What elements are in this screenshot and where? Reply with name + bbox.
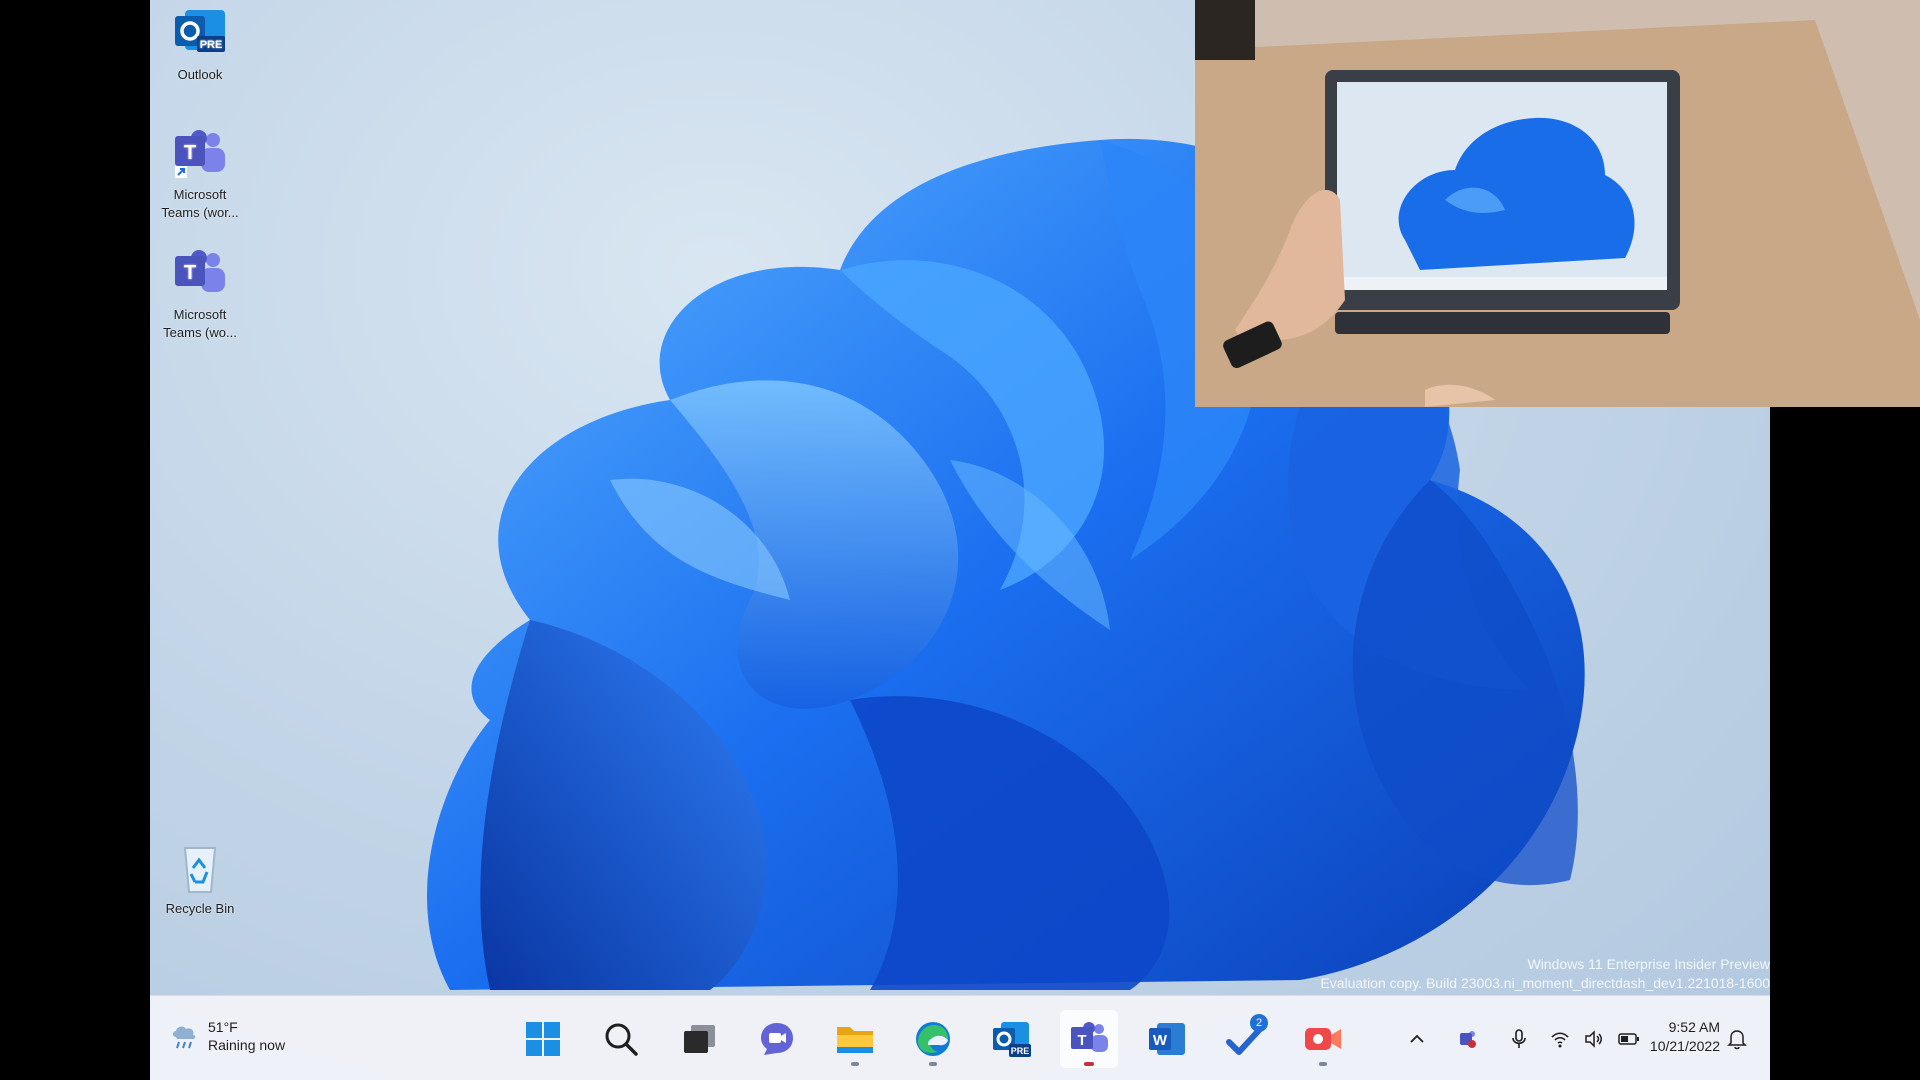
search-button[interactable] (592, 1010, 650, 1068)
video-camera-icon (1305, 1028, 1341, 1050)
notifications-button[interactable] (1722, 1024, 1752, 1054)
chat-icon (761, 1023, 793, 1055)
watermark-line-2: Evaluation copy. Build 23003.ni_moment_d… (1320, 975, 1770, 991)
wifi-icon (1551, 1032, 1569, 1048)
rain-cloud-icon (173, 1026, 196, 1049)
notification-bell-icon (1727, 1030, 1747, 1050)
tray-teams-button[interactable] (1452, 1024, 1482, 1054)
svg-text:PRE: PRE (200, 39, 223, 51)
recycle-bin-icon (171, 840, 229, 898)
svg-text:T: T (184, 142, 196, 164)
file-explorer-button[interactable] (826, 1010, 884, 1068)
svg-text:W: W (1153, 1032, 1168, 1049)
clock-date: 10/21/2022 (1649, 1038, 1720, 1054)
teams-icon: T (1071, 1022, 1108, 1052)
network-button[interactable] (1550, 1024, 1640, 1054)
todo-button[interactable]: 2 (1216, 1010, 1274, 1068)
volume-icon (1585, 1030, 1602, 1048)
desktop-icon-teams-work-1[interactable]: T Microsoft Teams (wor... (155, 126, 245, 222)
desktop-icon-teams-work-2[interactable]: T Microsoft Teams (wo... (155, 246, 245, 342)
svg-text:T: T (184, 262, 196, 284)
tray-overflow-button[interactable] (1402, 1024, 1432, 1054)
outlook-icon: PRE (171, 6, 229, 64)
clock-time: 9:52 AM (1668, 1019, 1720, 1035)
weather-condition: Raining now (208, 1037, 286, 1053)
desktop-icon-recycle-bin[interactable]: Recycle Bin (155, 840, 245, 918)
chevron-up-icon (1410, 1034, 1424, 1043)
running-indicator (929, 1062, 937, 1066)
start-button[interactable] (514, 1010, 572, 1068)
task-view-icon (684, 1025, 715, 1053)
outlook-icon: PRE (993, 1022, 1031, 1057)
active-indicator (1084, 1062, 1094, 1066)
teams-icon: T (171, 126, 229, 184)
microphone-icon (1512, 1029, 1526, 1048)
battery-icon (1618, 1033, 1639, 1045)
watermark-line-1: Windows 11 Enterprise Insider Preview (1527, 956, 1770, 972)
desktop-icon-label: Microsoft Teams (wor... (161, 187, 239, 220)
evaluation-watermark: Windows 11 Enterprise Insider Preview Ev… (1320, 955, 1770, 993)
weather-temperature: 51°F (208, 1019, 238, 1035)
presenter-camera-feed (1195, 0, 1920, 407)
clipchamp-button[interactable] (1294, 1010, 1352, 1068)
svg-text:PRE: PRE (1011, 1046, 1030, 1056)
desktop-icon-label: Outlook (177, 67, 223, 82)
chat-button[interactable] (748, 1010, 806, 1068)
search-icon (605, 1023, 638, 1056)
folder-icon (837, 1027, 873, 1053)
teams-button[interactable]: T (1060, 1010, 1118, 1068)
notification-badge: 2 (1250, 1014, 1268, 1032)
running-indicator (1319, 1062, 1327, 1066)
word-button[interactable]: W (1138, 1010, 1196, 1068)
taskbar-clock[interactable]: 9:52 AM 10/21/2022 (1650, 1018, 1720, 1056)
svg-text:T: T (1077, 1032, 1086, 1049)
running-indicator (851, 1062, 859, 1066)
taskbar: 51°F Raining now PRE T W 2 9:52 AM 10/21… (150, 995, 1770, 1080)
edge-icon (916, 1022, 950, 1056)
microphone-button[interactable] (1504, 1024, 1534, 1054)
camera-scene (1195, 0, 1920, 407)
outlook-button[interactable]: PRE (982, 1010, 1040, 1068)
desktop-icon-outlook[interactable]: PRE Outlook (155, 6, 245, 84)
task-view-button[interactable] (670, 1010, 728, 1068)
weather-widget[interactable]: 51°F Raining now (170, 1018, 285, 1054)
edge-button[interactable] (904, 1010, 962, 1068)
teams-icon: T (171, 246, 229, 304)
word-icon: W (1149, 1023, 1185, 1055)
desktop-icon-label: Recycle Bin (165, 901, 235, 916)
windows-logo-icon (526, 1022, 560, 1056)
desktop-icon-label: Microsoft Teams (wo... (163, 307, 237, 340)
teams-tray-icon (1460, 1031, 1476, 1048)
